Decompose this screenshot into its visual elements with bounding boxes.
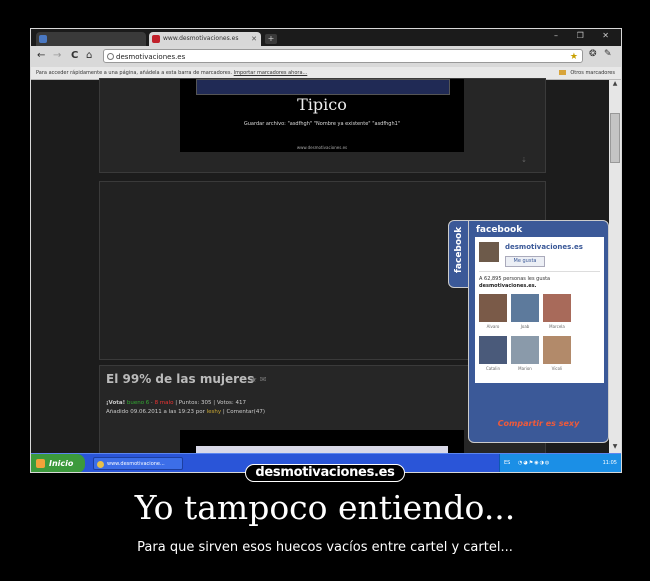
fan-name: Marcela <box>549 324 565 329</box>
scroll-down-icon[interactable]: ▼ <box>609 443 621 453</box>
browser-tab-2[interactable]: www.desmotivaciones.es ✕ <box>149 32 261 46</box>
vote-good-button[interactable]: bueno 6 <box>127 400 149 406</box>
fan-item[interactable]: Vicoli <box>543 336 571 371</box>
fan-avatar <box>479 294 507 322</box>
taskbar-browser-button[interactable]: www.desmotivacione... <box>93 457 183 470</box>
poster-site: www.desmotivaciones.es <box>296 145 348 150</box>
site-logo: desmotivaciones.es <box>245 464 405 482</box>
browser-icon <box>97 461 104 468</box>
facebook-header: facebook <box>476 225 523 235</box>
poster-headline: Yo tampoco entiendo... <box>134 488 516 527</box>
start-label: Inicio <box>49 459 74 468</box>
system-tray: ES ◔◕⚑◉◑◍ 11:05 <box>499 454 621 472</box>
address-bar[interactable]: desmotivaciones.es ★ <box>103 49 583 63</box>
vote-label: ¡Vota! <box>106 400 126 406</box>
browser-toolbar: ← → C ⌂ desmotivaciones.es ★ ❂ ✎ <box>31 46 621 67</box>
vote-bad-button[interactable]: 8 malo <box>155 400 174 406</box>
fan-avatar <box>511 336 539 364</box>
task-label: www.desmotivacione... <box>107 461 165 467</box>
fan-name: Joab <box>520 324 530 329</box>
facebook-tab-label: facebook <box>454 226 464 273</box>
poster-image[interactable]: Tipico Guardar archivo: "asdfhgh" "Nombr… <box>180 79 464 152</box>
facebook-widget: facebook facebook desmotivaciones.es Me … <box>448 220 609 443</box>
post-action-icons[interactable]: ★ ✉ <box>250 375 266 384</box>
fan-avatar <box>511 294 539 322</box>
window-controls[interactable]: – ❐ ✕ <box>554 31 617 40</box>
page-scrollbar[interactable]: ▲ ▼ <box>609 80 621 453</box>
fan-avatar <box>543 294 571 322</box>
poster-subtitle: Guardar archivo: "asdfhgh" "Nombre ya ex… <box>243 121 401 127</box>
page-content: Tipico Guardar archivo: "asdfhgh" "Nombr… <box>31 78 609 470</box>
browser-tab-1[interactable] <box>36 32 146 46</box>
other-bookmarks-button[interactable]: Otros marcadores <box>558 67 615 79</box>
other-bookmarks-label: Otros marcadores <box>570 70 615 76</box>
folder-icon <box>558 70 566 75</box>
language-indicator[interactable]: ES <box>504 454 510 472</box>
new-tab-button[interactable]: + <box>265 34 277 44</box>
post-card: Tipico Guardar archivo: "asdfhgh" "Nombr… <box>99 78 546 173</box>
post-user-link[interactable]: leshy <box>207 409 222 415</box>
poster-caption: Para que sirven esos huecos vacíos entre… <box>137 540 513 555</box>
post-comments-link[interactable]: | Comentar(47) <box>223 409 265 415</box>
forward-button[interactable]: → <box>53 49 61 63</box>
page-menu-icon[interactable]: ❂ <box>589 49 597 59</box>
windows-logo-icon <box>36 459 45 468</box>
tab-favicon-icon <box>39 35 47 43</box>
tab-label: www.desmotivaciones.es <box>163 35 239 42</box>
facebook-likebox: facebook desmotivaciones.es Me gusta A 6… <box>468 220 609 443</box>
fan-item[interactable]: Catalin <box>479 336 507 371</box>
fan-name: Alvaro <box>486 324 500 329</box>
page-avatar[interactable] <box>479 242 499 262</box>
post-meta: ¡Vota! bueno 6 · 8 malo | Puntos: 305 | … <box>106 400 265 415</box>
poster-picture <box>196 79 450 95</box>
reload-button[interactable]: C <box>71 49 78 63</box>
bookmark-star-icon[interactable]: ★ <box>570 50 578 64</box>
scroll-marker-icon: ⇣ <box>521 156 527 164</box>
divider <box>479 271 600 272</box>
fan-item[interactable]: Joab <box>511 294 539 329</box>
share-slogan[interactable]: Compartir es sexy <box>469 419 608 428</box>
fan-name: Marion <box>518 366 532 371</box>
home-button[interactable]: ⌂ <box>86 49 92 63</box>
tray-icons[interactable]: ◔◕⚑◉◑◍ <box>518 454 550 472</box>
fan-avatar <box>479 336 507 364</box>
fan-name: Catalin <box>485 366 501 371</box>
browser-titlebar: www.desmotivaciones.es ✕ + – ❐ ✕ <box>31 29 621 46</box>
start-button[interactable]: Inicio <box>31 454 85 472</box>
clock: 11:05 <box>602 460 617 466</box>
bookmarks-hint: Para acceder rápidamente a una página, a… <box>36 70 233 76</box>
post-added: Añadido 09.06.2011 a las 19:23 por <box>106 409 205 415</box>
fan-item[interactable]: Marion <box>511 336 539 371</box>
scroll-up-icon[interactable]: ▲ <box>609 80 621 90</box>
page-name-link[interactable]: desmotivaciones.es <box>505 243 583 251</box>
facebook-likebox-body: desmotivaciones.es Me gusta A 62,895 per… <box>475 237 604 383</box>
fan-name: Vicoli <box>551 366 563 371</box>
fan-item[interactable]: Alvaro <box>479 294 507 329</box>
fan-count-page: desmotivaciones.es. <box>479 283 537 289</box>
globe-icon <box>107 53 114 60</box>
poster-title: Tipico <box>297 95 347 114</box>
fan-avatar <box>543 336 571 364</box>
scroll-thumb[interactable] <box>610 113 620 163</box>
import-bookmarks-link[interactable]: Importar marcadores ahora... <box>234 70 308 76</box>
screenshot-frame: www.desmotivaciones.es ✕ + – ❐ ✕ ← → C ⌂… <box>30 28 622 473</box>
close-tab-icon[interactable]: ✕ <box>251 32 257 46</box>
url-text: desmotivaciones.es <box>116 53 186 61</box>
post-title[interactable]: El 99% de las mujeres <box>106 372 254 386</box>
post-points: | Puntos: 305 | Votos: 417 <box>175 400 247 406</box>
like-button[interactable]: Me gusta <box>505 256 545 267</box>
wrench-icon[interactable]: ✎ <box>604 49 612 59</box>
fan-count: A 62,895 personas les gusta desmotivacio… <box>479 276 550 290</box>
tab-favicon-icon <box>152 35 160 43</box>
fan-count-text: A 62,895 personas les gusta <box>479 276 551 282</box>
back-button[interactable]: ← <box>37 49 45 63</box>
fan-item[interactable]: Marcela <box>543 294 571 329</box>
